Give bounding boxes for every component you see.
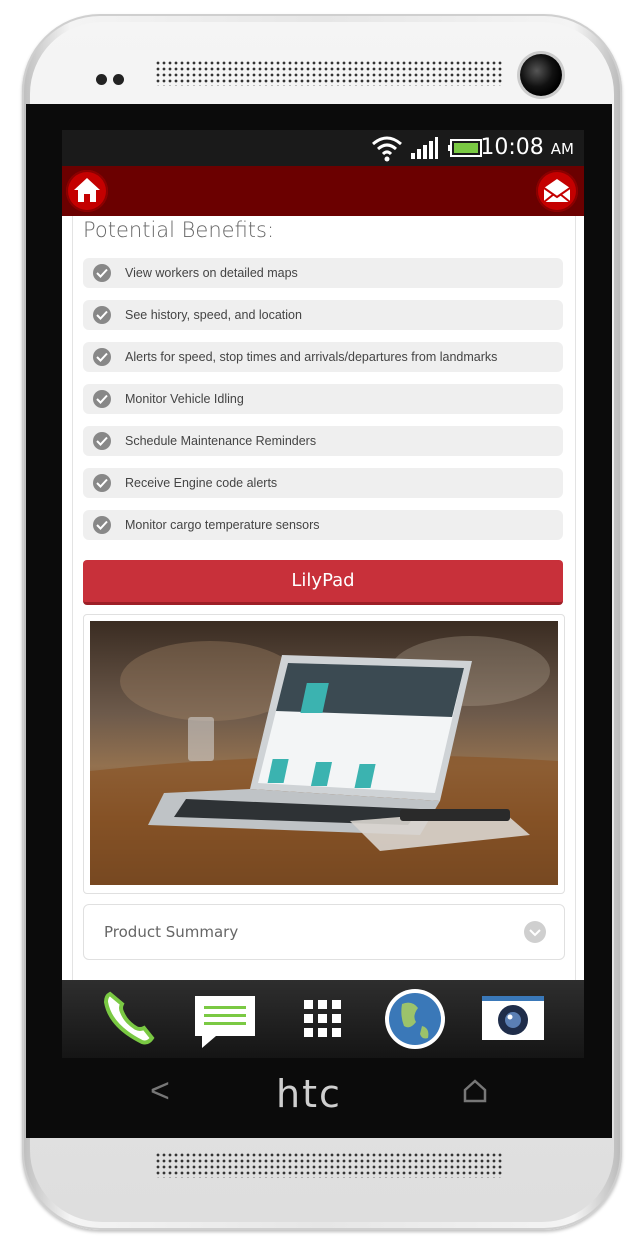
bottom-speaker-grille (155, 1152, 503, 1178)
benefit-item: Receive Engine code alerts (83, 468, 563, 498)
wifi-icon (372, 136, 402, 162)
battery-icon (448, 139, 482, 157)
benefit-item: Monitor cargo temperature sensors (83, 510, 563, 540)
hero-image-frame (83, 614, 565, 894)
screen: 10:08 AM Potential Benefits: View worker… (62, 130, 584, 1058)
check-circle-icon (93, 432, 111, 450)
benefit-item: Alerts for speed, stop times and arrival… (83, 342, 563, 372)
browser-globe-icon[interactable] (382, 986, 448, 1052)
chevron-down-icon (524, 921, 546, 943)
benefit-label: Receive Engine code alerts (125, 476, 278, 490)
benefit-label: View workers on detailed maps (125, 266, 298, 280)
envelope-icon (543, 179, 571, 203)
laptop-photo (90, 621, 558, 885)
status-bar: 10:08 AM (62, 130, 584, 166)
benefit-item: Monitor Vehicle Idling (83, 384, 563, 414)
benefit-label: Monitor Vehicle Idling (125, 392, 244, 406)
benefit-label: Schedule Maintenance Reminders (125, 434, 317, 448)
home-nav-icon[interactable] (462, 1078, 488, 1104)
benefit-label: See history, speed, and location (125, 308, 302, 322)
brand-logo: htc (276, 1072, 342, 1116)
check-circle-icon (93, 264, 111, 282)
check-circle-icon (93, 306, 111, 324)
benefit-item: Schedule Maintenance Reminders (83, 426, 563, 456)
phone-icon[interactable] (96, 986, 162, 1052)
section-title: Potential Benefits: (83, 218, 275, 242)
benefit-item: View workers on detailed maps (83, 258, 563, 288)
lilypad-button[interactable]: LilyPad (83, 560, 563, 605)
app-bar (62, 166, 584, 216)
signal-icon (411, 137, 438, 159)
benefit-label: Alerts for speed, stop times and arrival… (125, 350, 498, 364)
benefit-label: Monitor cargo temperature sensors (125, 518, 320, 532)
check-circle-icon (93, 516, 111, 534)
back-button[interactable]: < (150, 1072, 170, 1111)
home-icon (74, 178, 100, 202)
messages-icon[interactable] (192, 986, 258, 1052)
accordion-label: Product Summary (104, 923, 239, 941)
mail-button[interactable] (536, 170, 578, 212)
home-button[interactable] (66, 170, 108, 212)
check-circle-icon (93, 474, 111, 492)
hardware-nav-bar: < htc (26, 1058, 612, 1138)
status-time: 10:08 AM (480, 135, 574, 160)
front-camera (520, 54, 562, 96)
top-speaker-grille (155, 60, 503, 86)
laptop-illustration (90, 636, 558, 885)
benefit-item: See history, speed, and location (83, 300, 563, 330)
product-summary-accordion[interactable]: Product Summary (83, 904, 565, 960)
app-grid-icon[interactable] (290, 986, 356, 1052)
check-circle-icon (93, 348, 111, 366)
app-dock (62, 980, 584, 1058)
front-sensors (96, 72, 136, 86)
camera-icon[interactable] (480, 986, 546, 1052)
content-area: Potential Benefits: View workers on deta… (72, 216, 576, 1058)
check-circle-icon (93, 390, 111, 408)
